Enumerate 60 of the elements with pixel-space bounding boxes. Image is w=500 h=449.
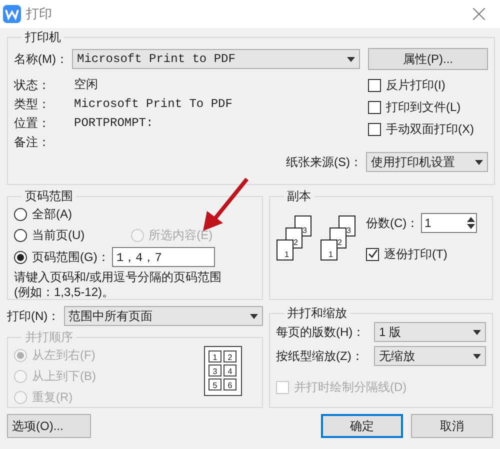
copies-spinner[interactable]: 1: [420, 213, 477, 233]
spinner-arrows-icon: [466, 216, 476, 230]
radio-label: 页码范围(G)：: [32, 249, 110, 266]
dropdown-caret-icon: [475, 160, 483, 164]
dropdown-caret-icon: [250, 314, 258, 318]
page-layout-preview-icon: 1 2 3 4 5 6: [204, 346, 242, 396]
radio-label: 从上到下(B): [32, 368, 96, 385]
checkbox[interactable]: [368, 100, 381, 114]
radio-button[interactable]: [14, 208, 27, 220]
info-label: 状态：: [14, 76, 51, 94]
field-label: 名称(M)：: [14, 51, 68, 68]
arrow-annotation: [203, 178, 249, 231]
app-logo-icon: [3, 5, 21, 23]
paper-source-select[interactable]: 使用打印机设置: [366, 152, 488, 172]
hint-text: 请键入页码和/或用逗号分隔的页码范围(例如：1,3,5-12)。: [14, 270, 222, 300]
cancel-button[interactable]: 取消: [411, 414, 493, 438]
info-label: 备注：: [14, 134, 51, 150]
checkbox-label: 并打时绘制分隔线(D): [294, 379, 407, 396]
pages-per-sheet-select[interactable]: 1 版: [374, 322, 486, 342]
ok-button[interactable]: 确定: [321, 414, 403, 438]
scale-select[interactable]: 无缩放: [374, 346, 486, 366]
info-label: 类型：: [14, 96, 51, 112]
options-button[interactable]: 选项(O)...: [7, 414, 91, 438]
info-value: Microsoft Print To PDF: [74, 96, 232, 112]
checkbox-label: 反片打印(I): [386, 77, 446, 94]
field-label: 打印(N)：: [7, 308, 60, 325]
field-label: 每页的版数(H)：: [276, 324, 366, 341]
radio-label: 当前页(U): [32, 227, 85, 244]
group-title: 副本: [286, 188, 312, 205]
checkbox-label: 手动双面打印(X): [386, 121, 474, 138]
radio-label: 重复(R): [32, 389, 73, 406]
radio-button[interactable]: [14, 228, 27, 242]
radio-label: 所选内容(E): [148, 227, 213, 244]
window-title: 打印: [26, 5, 52, 24]
info-value: PORTPROMPT:: [74, 114, 154, 132]
checkbox[interactable]: [368, 78, 381, 92]
checkbox[interactable]: [366, 248, 379, 260]
printer-select[interactable]: Microsoft Print to PDF: [72, 49, 360, 69]
info-label: 位置：: [14, 114, 51, 132]
field-label: 纸张来源(S)：: [286, 154, 362, 171]
group-title: 打印机: [24, 29, 62, 46]
properties-button[interactable]: 属性(P)...: [368, 48, 488, 70]
radio-label: 全部(A): [32, 206, 72, 223]
close-icon[interactable]: [473, 8, 485, 20]
dropdown-caret-icon: [347, 56, 355, 62]
field-label: 份数(C)：: [366, 215, 419, 232]
group-title: 页码范围: [24, 188, 74, 205]
group-title: 并打和缩放: [286, 305, 348, 322]
radio-label: 从左到右(F): [32, 347, 96, 364]
dropdown-caret-icon: [473, 354, 481, 358]
dropdown-caret-icon: [473, 330, 481, 334]
page-range-field[interactable]: 1，4，7: [112, 247, 216, 267]
print-select[interactable]: 范围中所有页面: [64, 306, 263, 326]
checkbox[interactable]: [368, 122, 381, 136]
field-label: 按纸型缩放(Z)：: [276, 348, 364, 365]
info-value: 空闲: [74, 76, 98, 94]
group-title: 并打顺序: [24, 329, 74, 346]
checkbox-label: 逐份打印(T): [384, 246, 448, 263]
checkbox-label: 打印到文件(L): [386, 99, 461, 116]
radio-button[interactable]: [14, 250, 27, 264]
